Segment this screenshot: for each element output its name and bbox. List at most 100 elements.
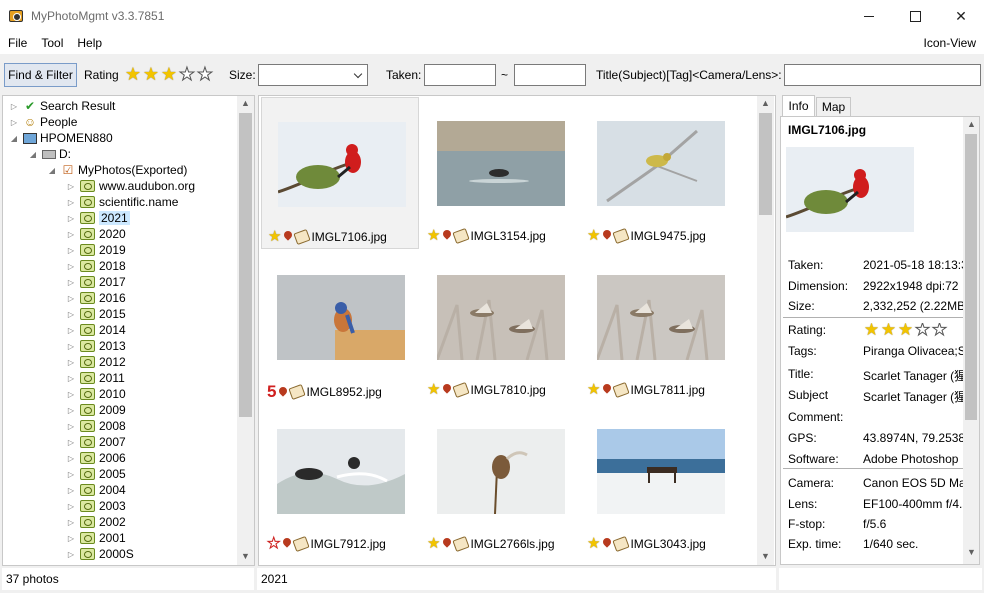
menu-help[interactable]: Help — [71, 36, 108, 50]
expand-arrow-icon[interactable]: ▷ — [66, 261, 76, 271]
star-empty-icon[interactable]: ★ — [178, 65, 196, 84]
tree-item[interactable]: ▷ 2000S — [66, 546, 134, 562]
tree-item[interactable]: ▷ 2002 — [66, 514, 126, 530]
collapse-arrow-icon[interactable]: ◢ — [47, 165, 57, 175]
rating-filter-stars[interactable]: ★ ★ ★ ★ ★ — [124, 65, 214, 84]
thumbnail-image[interactable] — [278, 122, 406, 207]
tree-item[interactable]: ▷ scientific.name — [66, 194, 178, 210]
maximize-button[interactable] — [892, 0, 938, 32]
info-rating-stars[interactable]: ★ ★ ★ ★ ★ — [863, 323, 948, 339]
tree-item[interactable]: ▷ 2012 — [66, 354, 126, 370]
view-mode-toggle[interactable]: Icon-View — [924, 36, 976, 50]
star-filled-icon[interactable]: ★ — [863, 323, 880, 338]
expand-arrow-icon[interactable]: ▷ — [66, 469, 76, 479]
tree-item[interactable]: ▷ 2006 — [66, 450, 126, 466]
tab-info[interactable]: Info — [782, 95, 815, 117]
thumbnail-image[interactable] — [277, 429, 405, 514]
tree-item[interactable]: ▷ 2013 — [66, 338, 126, 354]
expand-arrow-icon[interactable]: ▷ — [66, 245, 76, 255]
close-button[interactable]: ✕ — [938, 0, 984, 32]
expand-arrow-icon[interactable]: ▷ — [66, 293, 76, 303]
scroll-down-icon[interactable]: ▼ — [761, 551, 770, 561]
scroll-down-icon[interactable]: ▼ — [241, 551, 250, 561]
expand-arrow-icon[interactable]: ▷ — [66, 549, 76, 559]
tree-item[interactable]: ▷ 2007 — [66, 434, 126, 450]
expand-arrow-icon[interactable]: ▷ — [66, 389, 76, 399]
size-select[interactable] — [258, 64, 368, 86]
menu-tool[interactable]: Tool — [35, 36, 69, 50]
tab-map[interactable]: Map — [816, 97, 851, 117]
thumbnail-image[interactable] — [437, 275, 565, 360]
tree-item[interactable]: ▷ 2018 — [66, 258, 126, 274]
minimize-button[interactable] — [846, 0, 892, 32]
star-empty-icon[interactable]: ★ — [931, 323, 948, 339]
thumbnail-tile[interactable]: 5 IMGL8952.jpg — [261, 251, 419, 403]
expand-arrow-icon[interactable]: ▷ — [66, 485, 76, 495]
expand-arrow-icon[interactable]: ▷ — [66, 437, 76, 447]
tree-item[interactable]: ▷ 2011 — [66, 370, 125, 386]
expand-arrow-icon[interactable]: ▷ — [66, 197, 76, 207]
collapse-arrow-icon[interactable]: ◢ — [9, 133, 19, 143]
expand-arrow-icon[interactable]: ▷ — [66, 229, 76, 239]
tree-scrollbar[interactable]: ▲ ▼ — [237, 96, 254, 565]
star-filled-icon[interactable]: ★ — [142, 65, 160, 83]
find-filter-button[interactable]: Find & Filter — [4, 63, 77, 87]
thumbnail-tile[interactable]: ★ IMGL3043.jpg — [581, 405, 739, 557]
expand-arrow-icon[interactable]: ▷ — [66, 501, 76, 511]
tree-item[interactable]: ▷ 2009 — [66, 402, 126, 418]
thumbnail-image[interactable] — [437, 429, 565, 514]
tree-item[interactable]: ▷ www.audubon.org — [66, 178, 195, 194]
expand-arrow-icon[interactable]: ▷ — [66, 325, 76, 335]
expand-arrow-icon[interactable]: ▷ — [66, 517, 76, 527]
grid-scrollbar[interactable]: ▲ ▼ — [757, 96, 774, 565]
expand-arrow-icon[interactable]: ▷ — [66, 405, 76, 415]
tree-item[interactable]: ◢ D: — [28, 146, 71, 162]
expand-arrow-icon[interactable]: ▷ — [66, 213, 76, 223]
expand-arrow-icon[interactable]: ▷ — [66, 309, 76, 319]
tree-item[interactable]: ▷ 2003 — [66, 498, 126, 514]
thumbnail-image[interactable] — [597, 121, 725, 206]
grid-scroll-thumb[interactable] — [759, 113, 772, 215]
scroll-up-icon[interactable]: ▲ — [241, 98, 250, 108]
tree-item[interactable]: ▷ 2010 — [66, 386, 126, 402]
folder-tree[interactable]: ▷ ✔ Search Result ▷ ☺ People ◢ HPOMEN880 ◢ D: ◢ ☑ My… — [2, 95, 255, 566]
scroll-up-icon[interactable]: ▲ — [761, 98, 770, 108]
expand-arrow-icon[interactable]: ▷ — [66, 341, 76, 351]
star-filled-icon[interactable]: ★ — [160, 65, 178, 83]
thumbnail-tile[interactable]: ★ IMGL7912.jpg — [261, 405, 419, 557]
info-scroll-thumb[interactable] — [965, 134, 977, 420]
tree-item[interactable]: ◢ ☑ MyPhotos(Exported) — [47, 162, 187, 178]
star-filled-icon[interactable]: ★ — [124, 65, 142, 83]
tree-item[interactable]: ▷ 2020 — [66, 226, 126, 242]
thumbnail-image[interactable] — [597, 275, 725, 360]
thumbnail-tile[interactable]: ★ IMGL3154.jpg — [421, 97, 579, 249]
expand-arrow-icon[interactable]: ▷ — [9, 117, 19, 127]
thumbnail-image[interactable] — [597, 429, 725, 514]
star-empty-icon[interactable]: ★ — [196, 65, 214, 84]
tree-item[interactable]: ▷ 2001 — [66, 530, 126, 546]
star-filled-icon[interactable]: ★ — [880, 323, 897, 338]
expand-arrow-icon[interactable]: ▷ — [66, 373, 76, 383]
tree-item[interactable]: ▷ 2017 — [66, 274, 126, 290]
star-filled-icon[interactable]: ★ — [897, 323, 914, 338]
thumbnail-grid[interactable]: ★ IMGL7106.jpg ★ IMGL3154.jpg ★ IMGL9475.jpg 5… — [258, 95, 776, 566]
info-scrollbar[interactable]: ▲ ▼ — [963, 117, 979, 564]
tree-item[interactable]: ▷ 2015 — [66, 306, 126, 322]
tree-item[interactable]: ▷ ✔ Search Result — [9, 98, 115, 114]
expand-arrow-icon[interactable]: ▷ — [66, 533, 76, 543]
tree-scroll-thumb[interactable] — [239, 113, 252, 417]
thumbnail-tile[interactable]: ★ IMGL7810.jpg — [421, 251, 579, 403]
thumbnail-tile[interactable]: ★ IMGL2766ls.jpg — [421, 405, 579, 557]
expand-arrow-icon[interactable]: ▷ — [9, 101, 19, 111]
star-empty-icon[interactable]: ★ — [914, 323, 931, 339]
collapse-arrow-icon[interactable]: ◢ — [28, 149, 38, 159]
menu-file[interactable]: File — [2, 36, 33, 50]
tree-item[interactable]: ▷ 2021 — [66, 210, 130, 226]
expand-arrow-icon[interactable]: ▷ — [66, 357, 76, 367]
expand-arrow-icon[interactable]: ▷ — [66, 181, 76, 191]
tree-item[interactable]: ▷ 2014 — [66, 322, 126, 338]
expand-arrow-icon[interactable]: ▷ — [66, 453, 76, 463]
tree-item[interactable]: ▷ ☺ People — [9, 114, 77, 130]
thumbnail-tile[interactable]: ★ IMGL7106.jpg — [261, 97, 419, 249]
thumbnail-tile[interactable]: ★ IMGL9475.jpg — [581, 97, 739, 249]
